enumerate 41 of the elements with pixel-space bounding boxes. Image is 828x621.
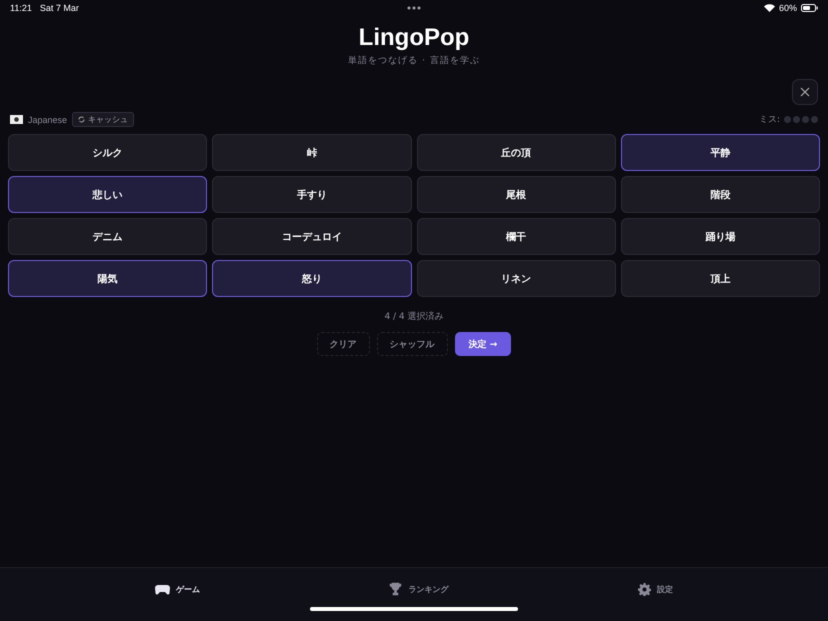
refresh-icon [78,116,86,123]
gamepad-icon [154,584,170,594]
language-label: Japanese [28,114,68,124]
flag-icon [10,115,23,124]
close-icon [800,87,810,97]
word-tile[interactable]: コーデュロイ [212,218,412,255]
word-tile[interactable]: シルク [8,134,208,171]
selection-count: 4 / 4 選択済み [383,310,445,323]
status-date: Sat 7 Mar [40,3,79,13]
gear-icon [638,582,652,596]
app-subtitle: 単語をつなげる · 言語を学ぶ [348,54,480,67]
word-tile[interactable]: 踊り場 [620,218,820,255]
tab-bar-item[interactable]: ランキング [385,580,452,598]
action-button[interactable]: クリア [316,332,370,356]
cache-label: キャッシュ [88,114,128,125]
action-button[interactable]: シャッフル [376,332,448,356]
word-tile[interactable]: 尾根 [416,176,616,213]
word-tile[interactable]: 平静 [620,134,820,171]
word-tile[interactable]: 悲しい [8,176,208,213]
mistakes-label: ミス: [758,114,780,126]
word-tile[interactable]: リネン [416,260,616,297]
tab-bar-item[interactable]: ゲーム [150,580,204,598]
word-tile[interactable]: デニム [8,218,208,255]
more-dots-icon [407,6,421,10]
word-tile[interactable]: 丘の頂 [416,134,616,171]
wifi-icon [764,4,775,12]
word-tile[interactable]: 階段 [620,176,820,213]
word-tile[interactable]: 峠 [212,134,412,171]
word-tile[interactable]: 欄干 [416,218,616,255]
battery-percent: 60% [778,3,797,13]
status-time: 11:21 [10,3,32,13]
word-tile[interactable]: 手すり [212,176,412,213]
word-tile[interactable]: 頂上 [620,260,820,297]
app-title: LingoPop [358,24,470,52]
battery-icon [801,4,818,12]
word-tile[interactable]: 怒り [212,260,412,297]
trophy-icon [389,582,402,596]
word-tile[interactable]: 陽気 [8,260,208,297]
close-button[interactable] [792,79,818,105]
submit-button[interactable]: 決定 → [454,332,512,356]
tab-bar-item[interactable]: 設定 [634,580,678,598]
